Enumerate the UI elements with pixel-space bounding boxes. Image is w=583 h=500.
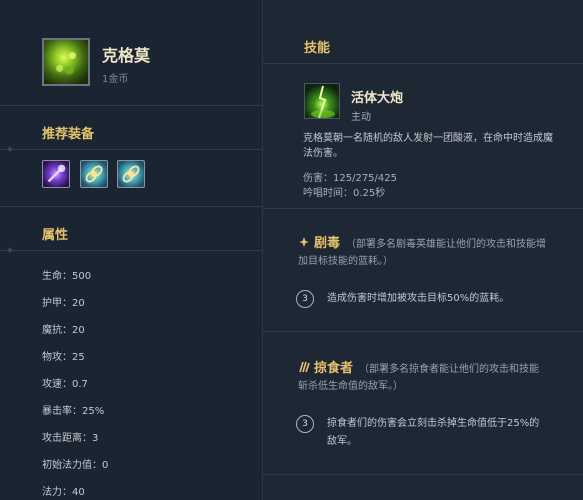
stat-range: 攻击距离：3 xyxy=(42,433,99,444)
trait-name: 掠食者 xyxy=(314,361,354,376)
item-chain-a[interactable] xyxy=(80,160,108,188)
stat-attack: 物攻：25 xyxy=(42,352,85,363)
stat-crit-rate: 暴击率：25% xyxy=(42,406,105,417)
item-arcane-staff[interactable] xyxy=(42,160,70,188)
skill-name: 活体大炮 xyxy=(351,91,404,106)
trait-tier-badge: 3 xyxy=(296,415,314,433)
chain-icon xyxy=(122,165,140,183)
skill-damage: 伤害：125/275/425 xyxy=(303,173,397,184)
skill-section-title: 技能 xyxy=(304,41,331,56)
stat-hp: 生命：500 xyxy=(42,271,92,282)
skill-cast-time: 吟唱时间：0.25秒 xyxy=(303,188,386,199)
staff-icon xyxy=(47,164,66,183)
skill-type: 主动 xyxy=(351,112,371,123)
trait-predator: 掠食者 （部署多名掠食者能让他们的攻击和技能斩杀低生命值的敌军。） xyxy=(298,360,548,395)
skill-description: 克格莫朝一名随机的敌人发射一团酸液，在命中时造成魔法伤害。 xyxy=(303,133,553,159)
divider xyxy=(262,208,583,209)
divider xyxy=(0,105,262,106)
chain-icon xyxy=(85,165,103,183)
items-section-title: 推荐装备 xyxy=(42,127,95,142)
stat-magic-resist: 魔抗：20 xyxy=(42,325,85,336)
divider xyxy=(0,206,262,207)
hero-cost: 1金币 xyxy=(102,74,129,85)
divider xyxy=(262,474,583,475)
divider xyxy=(0,149,262,150)
trait-tier-text: 掠食者们的伤害会立刻击杀掉生命值低于25%的敌军。 xyxy=(327,418,540,447)
trait-tier-text: 造成伤害时增加被攻击目标50%的蓝耗。 xyxy=(327,293,510,304)
attributes-section-title: 属性 xyxy=(42,228,69,243)
stat-starting-mana: 初始法力值：0 xyxy=(42,460,109,471)
skill-icon xyxy=(304,83,340,119)
item-chain-b[interactable] xyxy=(117,160,145,188)
divider xyxy=(262,63,583,64)
stats-list: 生命：500 护甲：20 魔抗：20 物攻：25 攻速：0.7 暴击率：25% … xyxy=(42,267,108,500)
predator-trait-icon xyxy=(299,361,310,373)
stat-armor: 护甲：20 xyxy=(42,298,85,309)
trait-name: 剧毒 xyxy=(314,236,341,251)
hero-name: 克格莫 xyxy=(102,46,151,65)
stat-attack-speed: 攻速：0.7 xyxy=(42,379,88,390)
trait-toxic: 剧毒 （部署多名剧毒英雄能让他们的攻击和技能增加目标技能的蓝耗。） xyxy=(298,235,548,270)
divider xyxy=(262,331,583,332)
acid-bolt-icon xyxy=(311,85,335,118)
toxic-trait-icon xyxy=(299,237,309,247)
divider xyxy=(0,250,262,251)
hero-portrait xyxy=(42,38,90,86)
trait-tier-badge: 3 xyxy=(296,290,314,308)
stat-mana: 法力：40 xyxy=(42,487,85,498)
